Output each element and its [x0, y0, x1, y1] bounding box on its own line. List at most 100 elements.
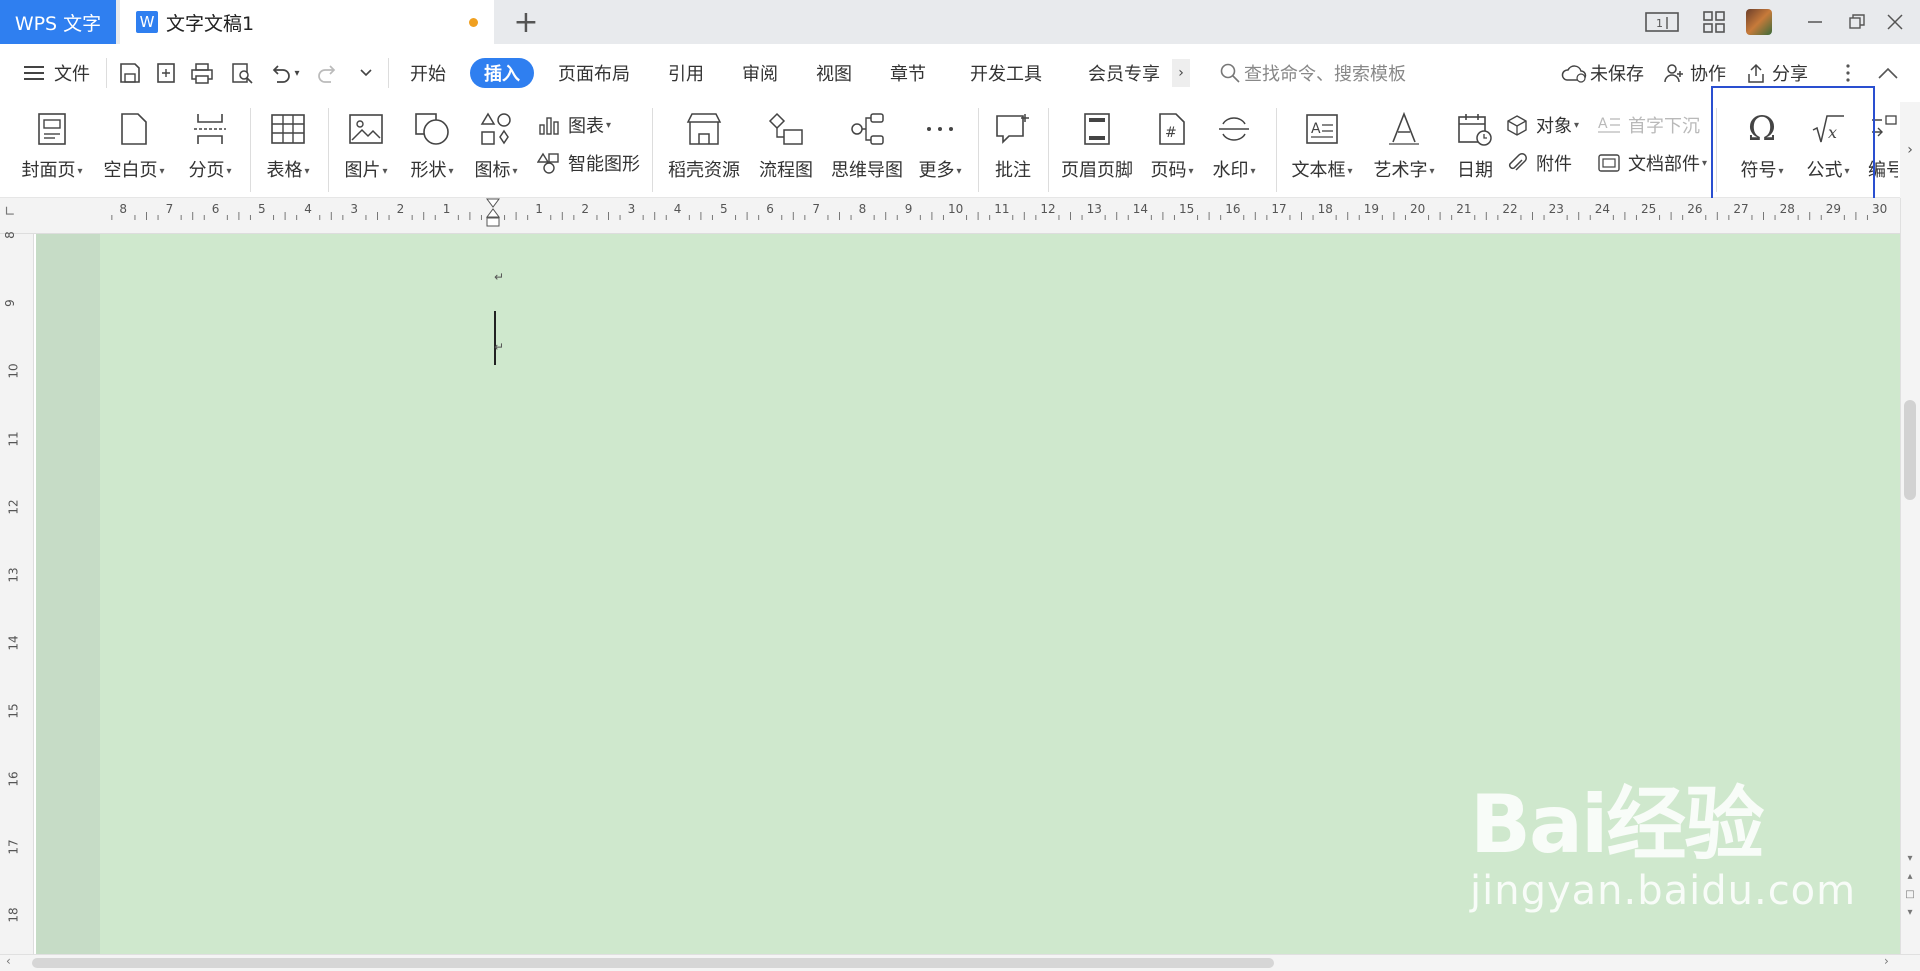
mindmap-icon	[846, 108, 888, 150]
tab-developer[interactable]: 开发工具	[970, 58, 1042, 88]
paragraph-mark: ↵	[494, 270, 505, 284]
icon-library-button[interactable]: 图标 ▾	[466, 102, 526, 198]
vertical-ruler-number: 11	[6, 431, 21, 447]
resource-button[interactable]: 稻壳资源	[662, 102, 746, 198]
picture-button[interactable]: 图片 ▾	[336, 102, 396, 198]
hamburger-menu-icon[interactable]	[20, 59, 48, 87]
save-icon[interactable]	[116, 59, 144, 87]
avatar[interactable]	[1744, 0, 1774, 44]
mindmap-button[interactable]: 思维导图	[826, 102, 908, 198]
page-break-button[interactable]: 分页 ▾	[180, 102, 240, 198]
ruler-number: 12	[1040, 202, 1056, 216]
comment-button[interactable]: 批注	[988, 102, 1038, 198]
tab-references[interactable]: 引用	[668, 58, 704, 88]
print-icon[interactable]	[188, 59, 216, 87]
tab-view[interactable]: 视图	[816, 58, 852, 88]
chart-button[interactable]: 图表 ▾	[536, 110, 611, 140]
tab-stop-icon[interactable]: ∟	[4, 204, 16, 220]
ribbon-scroll-right-icon[interactable]: ›	[1900, 102, 1920, 198]
vertical-scrollbar[interactable]	[1900, 198, 1920, 954]
smartart-label: 智能图形	[568, 154, 640, 175]
unsaved-status[interactable]: 未保存	[1590, 58, 1644, 88]
blank-page-icon	[113, 108, 155, 150]
wordart-button[interactable]: 艺术字 ▾	[1368, 102, 1440, 198]
vertical-ruler-number: 12	[6, 499, 21, 515]
more-button[interactable]: 更多 ▾	[912, 102, 968, 198]
ruler-number: 3	[627, 202, 636, 216]
customize-toolbar-icon[interactable]	[352, 59, 380, 87]
horizontal-scrollbar-thumb[interactable]	[32, 958, 1274, 968]
divider	[388, 58, 389, 88]
watermark-button[interactable]: 水印 ▾	[1206, 102, 1262, 198]
unsaved-dot-icon	[469, 18, 478, 27]
vertical-ruler-number: 8	[2, 231, 17, 239]
indent-marker-icon[interactable]	[486, 198, 500, 228]
ruler-number: 20	[1410, 202, 1426, 216]
ruler-number: 9	[904, 202, 913, 216]
flowchart-button[interactable]: 流程图	[752, 102, 820, 198]
vertical-ruler-number: 13	[6, 567, 21, 583]
collapse-ribbon-icon[interactable]	[1874, 59, 1902, 87]
doc-parts-label: 文档部件	[1628, 154, 1700, 175]
tab-page-layout[interactable]: 页面布局	[558, 58, 630, 88]
scroll-right-icon[interactable]: ›	[1884, 954, 1889, 968]
page-margin	[36, 234, 100, 954]
new-tab-button[interactable]: +	[508, 4, 544, 40]
smartart-button[interactable]: 智能图形	[536, 148, 640, 178]
tab-chapter[interactable]: 章节	[890, 58, 926, 88]
app-name: WPS 文字	[14, 12, 102, 35]
collaborate-button[interactable]: 协作	[1690, 58, 1726, 88]
attachment-button[interactable]: 附件	[1504, 148, 1572, 178]
scroll-left-icon[interactable]: ‹	[6, 954, 11, 968]
horizontal-ruler: ∟ 8 7 6 5 4 3 2 1 1 2 3 4 5 6 7 8 9 10 11 12 13 14 15 16 17 18 19 2…	[0, 198, 1900, 234]
tab-home[interactable]: 开始	[410, 58, 446, 88]
ruler-number: 27	[1733, 202, 1749, 216]
vertical-ruler-number: 15	[6, 703, 21, 719]
ruler-number: 23	[1548, 202, 1564, 216]
apps-grid-icon[interactable]	[1696, 0, 1732, 44]
table-button[interactable]: 表格 ▾	[258, 102, 318, 198]
wps-writer-icon: W	[136, 11, 158, 33]
textbox-button[interactable]: A 文本框 ▾	[1286, 102, 1358, 198]
ruler-number: 19	[1363, 202, 1380, 216]
more-options-icon[interactable]	[1834, 59, 1862, 87]
ruler-number: 2	[396, 202, 405, 216]
tabs-more-chevron-icon[interactable]: ›	[1172, 59, 1190, 87]
redo-icon[interactable]	[314, 59, 342, 87]
share-button[interactable]: 分享	[1772, 58, 1808, 88]
ruler-number: 5	[720, 202, 728, 216]
reading-mode-icon[interactable]: 1	[1642, 0, 1682, 44]
date-button[interactable]: 日期	[1450, 102, 1500, 198]
search-input[interactable]: 查找命令、搜索模板	[1244, 58, 1406, 88]
shape-button[interactable]: 形状 ▾	[402, 102, 462, 198]
menu-file[interactable]: 文件	[54, 58, 90, 88]
tab-review[interactable]: 审阅	[742, 58, 778, 88]
app-tab[interactable]: WPS 文字	[0, 0, 116, 44]
page-number-button[interactable]: # 页码 ▾	[1144, 102, 1200, 198]
dropcap-button[interactable]: A 首字下沉	[1596, 110, 1700, 140]
restore-icon[interactable]	[1842, 0, 1872, 44]
object-button[interactable]: 对象 ▾	[1504, 110, 1579, 140]
divider	[106, 58, 107, 88]
page-break-label: 分页	[188, 160, 225, 181]
print-preview-icon[interactable]	[228, 59, 256, 87]
undo-dropdown-icon[interactable]: ▾	[290, 59, 304, 87]
page-break-icon	[189, 108, 231, 150]
header-footer-button[interactable]: 页眉页脚	[1056, 102, 1138, 198]
scroll-nav-icon[interactable]: ▾ ▴ □ ▾	[1904, 850, 1916, 922]
blank-page-button[interactable]: 空白页 ▾	[98, 102, 170, 198]
page-number-label: 页码	[1150, 160, 1187, 181]
export-pdf-icon[interactable]	[152, 59, 180, 87]
tab-insert[interactable]: 插入	[470, 58, 534, 88]
doc-parts-button[interactable]: 文档部件 ▾	[1596, 148, 1707, 178]
ruler-number: 21	[1456, 202, 1472, 216]
resource-label: 稻壳资源	[668, 160, 740, 181]
wordart-icon	[1383, 108, 1425, 150]
document-tab[interactable]: W 文字文稿1	[120, 0, 494, 44]
minimize-icon[interactable]	[1800, 0, 1830, 44]
tab-member[interactable]: 会员专享	[1088, 58, 1160, 88]
close-icon[interactable]	[1880, 0, 1910, 44]
search-icon	[1216, 59, 1244, 87]
vertical-scrollbar-thumb[interactable]	[1904, 400, 1916, 500]
cover-page-button[interactable]: 封面页 ▾	[14, 102, 90, 198]
